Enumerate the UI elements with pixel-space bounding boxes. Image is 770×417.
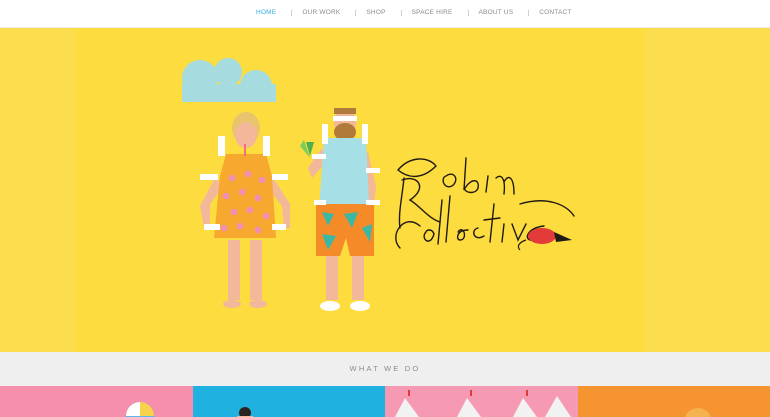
service-tiles (0, 386, 770, 417)
service-tile-1[interactable] (0, 386, 193, 417)
service-tile-3[interactable] (385, 386, 578, 417)
what-we-do-section: WHAT WE DO (0, 352, 770, 386)
cloud-icon (182, 58, 276, 102)
top-navigation: HOME OUR WORK SHOP SPACE HIRE ABOUT US C… (0, 0, 770, 28)
man-figure (300, 108, 380, 311)
nav-our-work-link[interactable]: OUR WORK (302, 9, 340, 16)
section-heading: WHAT WE DO (349, 364, 421, 373)
beach-ball-icon (126, 402, 154, 417)
nav-about-us-link[interactable]: ABOUT US (479, 9, 514, 16)
nav-space-hire-link[interactable]: SPACE HIRE (412, 9, 453, 16)
hero-illustration (182, 58, 575, 311)
nav-contact-link[interactable]: CONTACT (539, 9, 571, 16)
nav-home-link[interactable]: HOME (256, 9, 276, 16)
woman-figure (200, 112, 290, 308)
nav-divider (400, 9, 402, 16)
circle-icon (684, 408, 711, 417)
figure-icon (236, 407, 253, 417)
nav-divider (467, 9, 469, 16)
nav-divider (528, 9, 530, 16)
nav-divider (291, 9, 293, 16)
nav-shop-link[interactable]: SHOP (366, 9, 385, 16)
nav-menu: HOME OUR WORK SHOP SPACE HIRE ABOUT US C… (256, 9, 572, 16)
service-tile-4[interactable] (577, 386, 770, 417)
nav-divider (355, 9, 357, 16)
party-hat-icon (395, 390, 571, 417)
robin-bird-icon (517, 228, 572, 251)
service-tile-2[interactable] (192, 386, 385, 417)
hero-banner (0, 28, 770, 352)
